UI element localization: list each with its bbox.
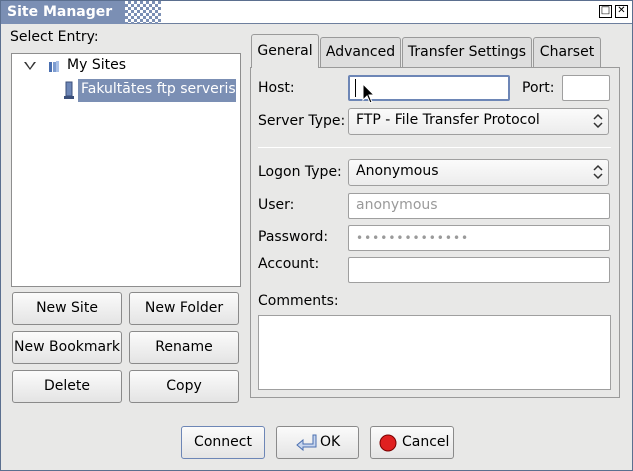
tree-item-site[interactable]: Fakultātes ftp serveris bbox=[78, 79, 236, 102]
tab-advanced[interactable]: Advanced bbox=[320, 37, 401, 67]
delete-button[interactable]: Delete bbox=[12, 370, 122, 403]
rename-button[interactable]: Rename bbox=[129, 331, 239, 364]
title-bar[interactable]: Site Manager □ ✕ bbox=[1, 1, 632, 24]
mouse-pointer-icon bbox=[362, 83, 376, 104]
form-separator bbox=[258, 147, 611, 148]
port-input[interactable] bbox=[562, 75, 610, 101]
window-title: Site Manager bbox=[1, 1, 125, 24]
maximize-icon[interactable]: □ bbox=[599, 5, 612, 18]
ok-label: OK bbox=[320, 434, 341, 450]
up-down-arrows-icon bbox=[593, 164, 603, 180]
port-label: Port: bbox=[522, 80, 555, 96]
password-label: Password: bbox=[258, 229, 329, 245]
cancel-button[interactable]: Cancel bbox=[370, 426, 454, 459]
password-input[interactable]: •••••••••••••• bbox=[348, 225, 610, 251]
tab-general[interactable]: General bbox=[251, 34, 319, 68]
new-folder-button[interactable]: New Folder bbox=[129, 292, 239, 325]
folder-icon bbox=[49, 61, 59, 72]
copy-button[interactable]: Copy bbox=[129, 370, 239, 403]
tab-transfer-settings[interactable]: Transfer Settings bbox=[402, 37, 532, 67]
user-input[interactable]: anonymous bbox=[348, 193, 610, 219]
cancel-stop-icon bbox=[379, 434, 397, 452]
cancel-label: Cancel bbox=[402, 434, 450, 450]
ok-button[interactable]: OK bbox=[276, 426, 359, 459]
tree-item-my-sites[interactable]: My Sites bbox=[67, 57, 126, 73]
server-type-value: FTP - File Transfer Protocol bbox=[356, 112, 540, 128]
tab-charset[interactable]: Charset bbox=[533, 37, 601, 67]
site-tree[interactable]: My Sites Fakultātes ftp serveris bbox=[11, 53, 241, 287]
host-label: Host: bbox=[258, 80, 295, 96]
logon-type-value: Anonymous bbox=[356, 163, 439, 179]
new-site-button[interactable]: New Site bbox=[12, 292, 122, 325]
comments-label: Comments: bbox=[258, 293, 339, 309]
select-entry-label: Select Entry: bbox=[10, 29, 99, 45]
user-label: User: bbox=[258, 197, 295, 213]
server-type-select[interactable]: FTP - File Transfer Protocol bbox=[348, 108, 609, 135]
comments-textarea[interactable] bbox=[258, 315, 611, 390]
expand-triangle-icon[interactable] bbox=[24, 62, 36, 70]
account-input[interactable] bbox=[348, 257, 610, 283]
server-type-label: Server Type: bbox=[258, 113, 346, 129]
return-arrow-icon bbox=[296, 434, 317, 452]
new-bookmark-button[interactable]: New Bookmark bbox=[12, 331, 122, 364]
up-down-arrows-icon bbox=[593, 113, 603, 129]
title-bar-pattern bbox=[125, 1, 161, 24]
account-label: Account: bbox=[258, 256, 320, 272]
logon-type-select[interactable]: Anonymous bbox=[348, 159, 609, 186]
server-icon bbox=[64, 81, 74, 99]
connect-button[interactable]: Connect bbox=[181, 426, 265, 459]
close-icon[interactable]: ✕ bbox=[615, 5, 628, 18]
logon-type-label: Logon Type: bbox=[258, 164, 342, 180]
text-caret bbox=[355, 79, 356, 97]
site-manager-window: Site Manager □ ✕ Select Entry: My Sites … bbox=[0, 0, 633, 471]
